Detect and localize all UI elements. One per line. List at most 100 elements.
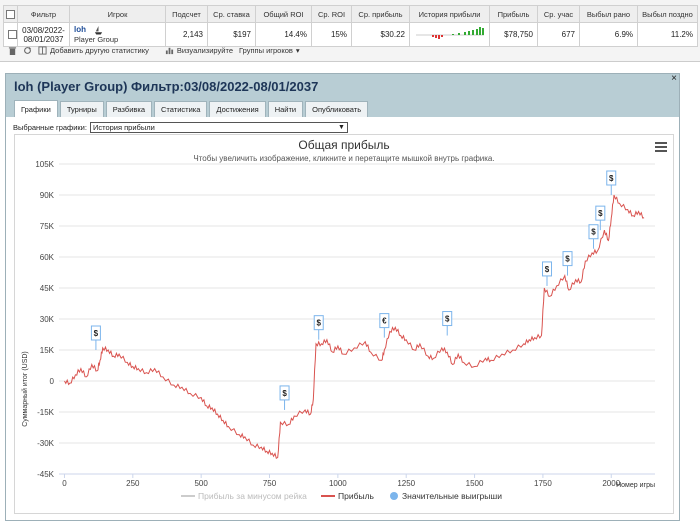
- big-win-marker[interactable]: $: [313, 315, 324, 340]
- player-groups-label: Группы игроков: [239, 46, 293, 55]
- x-tick-label: 1000: [329, 479, 347, 488]
- late-out-cell: 11.2%: [637, 22, 698, 47]
- x-tick-label: 250: [126, 479, 140, 488]
- header-early-out[interactable]: Выбыл рано: [579, 5, 638, 23]
- player-groups-dropdown[interactable]: Группы игроков ▾: [239, 46, 300, 55]
- avg-stake-cell: $197: [207, 22, 256, 47]
- filter-date-start: 03/08/2022-: [22, 25, 65, 35]
- add-stat-button[interactable]: Добавить другую статистику: [38, 46, 149, 55]
- sparkline-positive-bars: [452, 26, 484, 35]
- big-win-label: $: [598, 209, 603, 218]
- trash-icon[interactable]: [8, 46, 17, 55]
- refresh-icon[interactable]: [23, 46, 32, 55]
- big-win-label: $: [94, 329, 99, 338]
- big-win-marker[interactable]: $: [606, 170, 617, 195]
- player-name-link[interactable]: loh: [74, 25, 86, 34]
- profit-sparkline[interactable]: [414, 26, 486, 42]
- chart-icon: [165, 47, 173, 55]
- chevron-down-icon: ▾: [295, 46, 300, 55]
- header-profit-history[interactable]: История прибыли: [409, 5, 490, 23]
- chevron-down-icon: ▼: [338, 124, 345, 131]
- total-roi-cell: 14.4%: [255, 22, 312, 47]
- stats-table: Фильтр Игрок Подсчет Ср. ставка Общий RO…: [3, 5, 698, 47]
- profit-history-cell[interactable]: [409, 22, 490, 47]
- tab-breakdown[interactable]: Разбивка: [105, 101, 153, 117]
- x-tick-label: 0: [62, 479, 67, 488]
- big-win-marker[interactable]: €: [379, 313, 390, 338]
- legend-profit[interactable]: Прибыль: [338, 491, 375, 501]
- big-win-label: $: [445, 315, 450, 324]
- legend-big-wins[interactable]: Значительные выигрыши: [402, 491, 502, 501]
- y-axis-ticks: -45K -30K -15K 0 15K 30K 45K 60K 75K 90K 105K: [35, 160, 54, 479]
- visualize-button[interactable]: Визуализируйте: [165, 46, 233, 55]
- chart-series: [64, 194, 645, 460]
- big-win-label: $: [545, 265, 550, 274]
- header-total-roi[interactable]: Общий ROI: [255, 5, 312, 23]
- select-all-checkbox[interactable]: [6, 9, 15, 19]
- close-icon[interactable]: ×: [671, 73, 677, 84]
- big-win-marker[interactable]: $: [562, 251, 573, 276]
- row-select-cell[interactable]: [3, 22, 18, 47]
- x-tick-label: 1500: [466, 479, 484, 488]
- x-tick-label: 750: [263, 479, 277, 488]
- big-win-label: $: [282, 389, 287, 398]
- select-all-cell[interactable]: [3, 5, 18, 23]
- avg-profit-cell: $30.22: [351, 22, 410, 47]
- player-cell[interactable]: loh Player Group: [69, 22, 166, 47]
- big-win-label: $: [316, 319, 321, 328]
- tab-find[interactable]: Найти: [267, 101, 304, 117]
- filter-cell: 03/08/2022- 08/01/2037: [17, 22, 70, 47]
- y-tick-label: 105K: [35, 160, 54, 169]
- avg-entrants-cell: 677: [537, 22, 580, 47]
- x-tick-label: 500: [194, 479, 208, 488]
- tab-tournaments[interactable]: Турниры: [59, 101, 104, 117]
- header-late-out[interactable]: Выбыл поздно: [637, 5, 698, 23]
- player-group-label: Player Group: [74, 34, 119, 44]
- panel-title: loh (Player Group) Фильтр:03/08/2022-08/…: [14, 78, 319, 94]
- header-avg-profit[interactable]: Ср. прибыль: [351, 5, 410, 23]
- tab-graphs[interactable]: Графики: [14, 100, 58, 117]
- graph-select[interactable]: История прибыли ▼: [89, 122, 348, 133]
- y-tick-label: 30K: [40, 315, 55, 324]
- chart-legend: Прибыль за минусом рейка Прибыль Значите…: [181, 491, 502, 501]
- tab-publish[interactable]: Опубликовать: [305, 101, 369, 117]
- add-stat-label: Добавить другую статистику: [50, 46, 149, 55]
- big-win-label: €: [382, 317, 387, 326]
- tab-achievements[interactable]: Достижения: [209, 101, 266, 117]
- big-win-marker[interactable]: $: [542, 261, 553, 286]
- chart-gridlines: [59, 163, 655, 475]
- y-tick-label: 60K: [40, 253, 55, 262]
- header-avg-entrants[interactable]: Ср. учас: [537, 5, 580, 23]
- row-checkbox[interactable]: [8, 30, 17, 40]
- graph-select-row: Выбранные графики: История прибыли ▼: [13, 122, 348, 133]
- big-win-label: $: [609, 174, 614, 183]
- tab-statistics[interactable]: Статистика: [154, 101, 208, 117]
- big-win-markers: $ $ $ € $ $ $ $ $ $: [90, 170, 617, 410]
- header-avg-roi[interactable]: Ср. ROI: [311, 5, 352, 23]
- header-avg-stake[interactable]: Ср. ставка: [207, 5, 256, 23]
- legend-adjusted[interactable]: Прибыль за минусом рейка: [198, 491, 307, 501]
- y-tick-label: -45K: [37, 470, 55, 479]
- graph-select-label: Выбранные графики:: [13, 123, 87, 132]
- header-player[interactable]: Игрок: [69, 5, 166, 23]
- header-count[interactable]: Подсчет: [165, 5, 208, 23]
- profit-chart[interactable]: -45K -30K -15K 0 15K 30K 45K 60K 75K 90K 105K 0 250…: [15, 135, 675, 515]
- big-win-marker[interactable]: $: [442, 311, 453, 336]
- player-panel: loh (Player Group) Фильтр:03/08/2022-08/…: [5, 73, 680, 521]
- big-win-marker[interactable]: $: [279, 385, 290, 410]
- profit-cell: $78,750: [489, 22, 538, 47]
- y-tick-label: -15K: [37, 408, 55, 417]
- filter-date-end: 08/01/2037: [23, 34, 64, 44]
- table-row[interactable]: 03/08/2022- 08/01/2037 loh Player Group …: [3, 22, 698, 47]
- count-cell: 2,143: [165, 22, 208, 47]
- y-tick-label: 15K: [40, 346, 55, 355]
- big-win-marker[interactable]: $: [90, 325, 101, 350]
- header-filter[interactable]: Фильтр: [17, 5, 70, 23]
- header-profit[interactable]: Прибыль: [489, 5, 538, 23]
- columns-icon: [38, 46, 47, 55]
- big-win-marker[interactable]: $: [588, 224, 599, 249]
- graph-select-value: История прибыли: [92, 123, 155, 132]
- series-line-profit[interactable]: [64, 194, 645, 460]
- chart-container[interactable]: Общая прибыль Чтобы увеличить изображени…: [14, 134, 674, 514]
- early-out-cell: 6.9%: [579, 22, 638, 47]
